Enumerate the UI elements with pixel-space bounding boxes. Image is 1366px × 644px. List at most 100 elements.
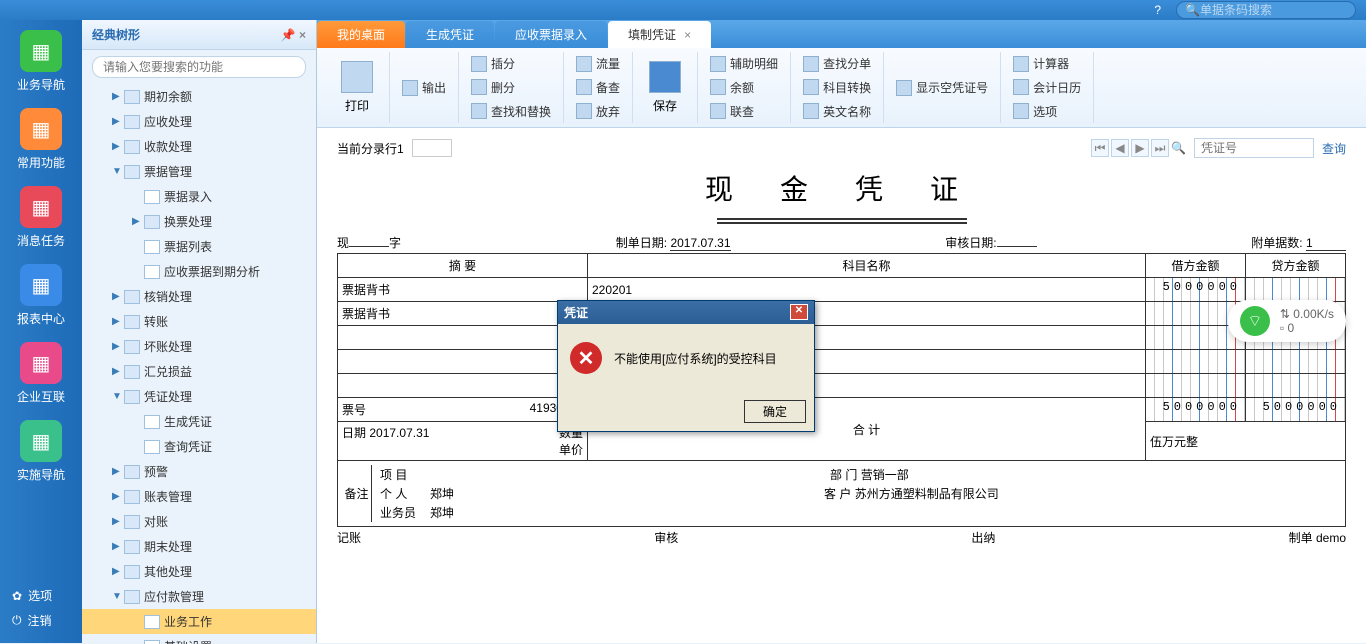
close-icon[interactable]: × (684, 28, 691, 42)
options-button[interactable]: ✿选项 (0, 583, 82, 608)
tree-label: 坏账处理 (144, 338, 192, 355)
tree-node[interactable]: ▼凭证处理 (82, 384, 316, 409)
amount-cell[interactable] (1146, 374, 1246, 398)
tab[interactable]: 填制凭证× (608, 21, 711, 48)
tree-node[interactable]: ▶核销处理 (82, 284, 316, 309)
prev-button[interactable]: ◀ (1111, 139, 1129, 157)
tree-node[interactable]: 票据列表 (82, 234, 316, 259)
rail-item[interactable]: ▦常用功能 (17, 108, 65, 171)
summary-cell[interactable] (338, 326, 588, 350)
findreplace-button[interactable]: 查找和替换 (467, 101, 555, 122)
table-row[interactable]: 票据背书应收票据 (338, 302, 1346, 326)
linked-button[interactable]: 联查 (706, 101, 782, 122)
balance-button[interactable]: 余额 (706, 77, 782, 98)
tree-node[interactable]: ▶坏账处理 (82, 334, 316, 359)
tree-node[interactable]: ▶汇兑损益 (82, 359, 316, 384)
amount-cell[interactable] (1246, 374, 1346, 398)
engname-button[interactable]: 英文名称 (799, 101, 875, 122)
ribbon-options-button[interactable]: 选项 (1009, 101, 1085, 122)
summary-cell[interactable] (338, 350, 588, 374)
rail-item[interactable]: ▦报表中心 (17, 264, 65, 327)
subjconv-button[interactable]: 科目转换 (799, 77, 875, 98)
print-button[interactable]: 打印 (333, 57, 381, 118)
tree-node[interactable]: ▶其他处理 (82, 559, 316, 584)
chevron-icon: ▶ (112, 141, 124, 152)
voucher-search-input[interactable] (1194, 138, 1314, 158)
insert-button[interactable]: 插分 (467, 53, 555, 74)
tree-label: 查询凭证 (164, 438, 212, 455)
last-button[interactable]: ⏭ (1151, 139, 1169, 157)
next-button[interactable]: ▶ (1131, 139, 1149, 157)
amount-cell[interactable] (1246, 350, 1346, 374)
tree-node[interactable]: 查询凭证 (82, 434, 316, 459)
table-row[interactable] (338, 350, 1346, 374)
help-icon[interactable]: ? (1154, 3, 1161, 17)
save-button[interactable]: 保存 (641, 57, 689, 118)
amount-cell[interactable]: 5000000 (1146, 278, 1246, 302)
tree-search-input[interactable] (92, 56, 306, 78)
summary-cell[interactable]: 票据背书 (338, 278, 588, 302)
table-row[interactable] (338, 374, 1346, 398)
rail-item[interactable]: ▦实施导航 (17, 420, 65, 483)
pin-icon[interactable]: 📌 × (281, 28, 306, 42)
summary-cell[interactable] (338, 374, 588, 398)
table-row[interactable] (338, 326, 1346, 350)
amount-cell[interactable] (1146, 350, 1246, 374)
chevron-icon: ▶ (112, 516, 124, 527)
rail-item[interactable]: ▦消息任务 (17, 186, 65, 249)
tree-node[interactable]: 应收票据到期分析 (82, 259, 316, 284)
ok-button[interactable]: 确定 (744, 400, 806, 423)
tree-node[interactable]: ▶预警 (82, 459, 316, 484)
showempty-button[interactable]: 显示空凭证号 (892, 77, 992, 98)
calc-button[interactable]: 计算器 (1009, 53, 1085, 74)
chevron-icon: ▼ (112, 166, 124, 177)
folder-icon (124, 465, 140, 479)
folder-icon (124, 115, 140, 129)
tree-node[interactable]: ▶对账 (82, 509, 316, 534)
table-row[interactable]: 票据背书2202015000000 (338, 278, 1346, 302)
flow-button[interactable]: 流量 (572, 53, 624, 74)
amount-cell[interactable] (1246, 278, 1346, 302)
first-button[interactable]: ⏮ (1091, 139, 1109, 157)
summary-cell[interactable]: 票据背书 (338, 302, 588, 326)
tree-node[interactable]: ▼应付款管理 (82, 584, 316, 609)
rail-label: 消息任务 (17, 232, 65, 249)
tree-node[interactable]: ▶期初余额 (82, 84, 316, 109)
delete-icon (471, 79, 487, 95)
tree-node[interactable]: 生成凭证 (82, 409, 316, 434)
tree-node[interactable]: ▶账表管理 (82, 484, 316, 509)
tree-node[interactable]: ▶收款处理 (82, 134, 316, 159)
global-search[interactable]: 🔍 (1176, 1, 1356, 19)
chevron-icon: ▶ (112, 541, 124, 552)
global-search-input[interactable] (1200, 3, 1350, 17)
tree-node[interactable]: ▶换票处理 (82, 209, 316, 234)
current-row-input[interactable] (412, 139, 452, 157)
tab[interactable]: 应收票据录入 (495, 21, 607, 48)
tree-node[interactable]: ▼票据管理 (82, 159, 316, 184)
delete-button[interactable]: 删分 (467, 77, 555, 98)
linked-icon (710, 103, 726, 119)
tab[interactable]: 我的桌面 (317, 21, 405, 48)
output-button[interactable]: 输出 (398, 77, 450, 98)
rail-item[interactable]: ▦企业互联 (17, 342, 65, 405)
logout-button[interactable]: ⏻注销 (0, 608, 82, 633)
aux-button[interactable]: 辅助明细 (706, 53, 782, 74)
rail-item[interactable]: ▦业务导航 (17, 30, 65, 93)
col-debit: 借方金额 (1146, 254, 1246, 278)
dialog-titlebar[interactable]: 凭证 ✕ (558, 301, 814, 324)
tree-node[interactable]: ▶转账 (82, 309, 316, 334)
tree-node[interactable]: ▶应收处理 (82, 109, 316, 134)
tab[interactable]: 生成凭证 (406, 21, 494, 48)
abandon-button[interactable]: 放弃 (572, 101, 624, 122)
query-link[interactable]: 查询 (1322, 140, 1346, 157)
tree-node[interactable]: 业务工作 (82, 609, 316, 634)
tree-label: 核销处理 (144, 288, 192, 305)
backup-button[interactable]: 备查 (572, 77, 624, 98)
findsplit-button[interactable]: 查找分单 (799, 53, 875, 74)
subject-cell[interactable]: 220201 (588, 278, 1146, 302)
tree-node[interactable]: 票据录入 (82, 184, 316, 209)
wifi-widget[interactable]: ⌔ ⇅ 0.00K/s ▫ 0 (1228, 300, 1346, 342)
tree-node[interactable]: ▶期末处理 (82, 534, 316, 559)
close-icon[interactable]: ✕ (790, 304, 808, 320)
caldate-button[interactable]: 会计日历 (1009, 77, 1085, 98)
